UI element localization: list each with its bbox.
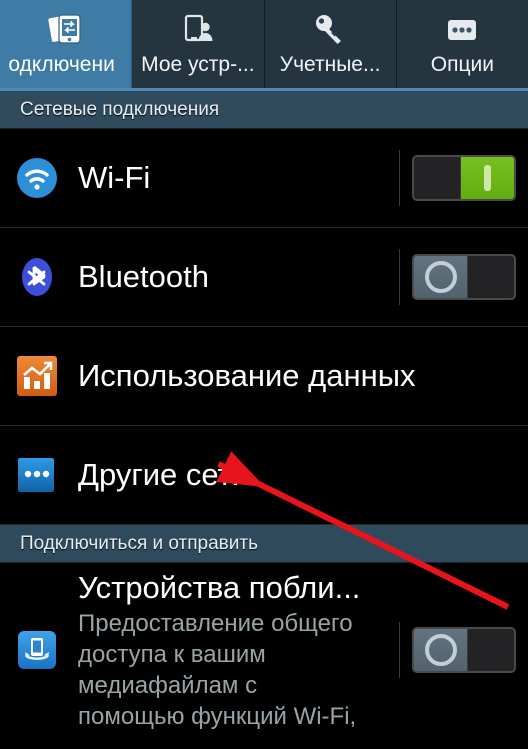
section-header-network: Сетевые подключения xyxy=(0,91,528,129)
tab-label: Учетные... xyxy=(279,53,381,76)
list-item-subtitle: Предоставление общего доступа к вашим ме… xyxy=(78,610,357,730)
row-divider xyxy=(399,249,400,305)
settings-screen: одключени Мое устр-... Учетные... Опции … xyxy=(0,0,528,749)
data-usage-icon xyxy=(14,353,60,399)
connections-icon xyxy=(46,8,86,52)
my-device-icon xyxy=(178,8,218,52)
bluetooth-toggle[interactable] xyxy=(412,254,516,300)
more-options-icon xyxy=(442,8,482,52)
wifi-toggle[interactable] xyxy=(412,155,516,201)
tab-label: одключени xyxy=(8,53,115,76)
list-item-title: Устройства побли... xyxy=(78,570,361,605)
tab-options[interactable]: Опции xyxy=(396,0,528,88)
tab-bar: одключени Мое устр-... Учетные... Опции xyxy=(0,0,528,91)
section-header-label: Сетевые подключения xyxy=(20,98,220,120)
toggle-thumb xyxy=(414,256,468,298)
tab-accounts[interactable]: Учетные... xyxy=(264,0,397,88)
nearby-devices-toggle[interactable] xyxy=(412,627,516,673)
list-item-nearby-devices[interactable]: Устройства побли... Предоставление общег… xyxy=(0,563,528,737)
list-item-data-usage[interactable]: Использование данных xyxy=(0,327,528,426)
nearby-devices-icon xyxy=(14,627,60,673)
toggle-thumb xyxy=(414,629,468,671)
row-divider xyxy=(399,150,400,206)
section-header-connect-share: Подключиться и отправить xyxy=(0,525,528,563)
more-networks-icon xyxy=(14,452,60,498)
list-item-title: Использование данных xyxy=(78,358,416,393)
list-item-bluetooth[interactable]: Bluetooth xyxy=(0,228,528,327)
list-item-text: Bluetooth xyxy=(78,258,399,296)
list-item-other-networks[interactable]: Другие сети xyxy=(0,426,528,525)
list-item-title: Другие сети xyxy=(78,457,250,492)
tab-label: Мое устр-... xyxy=(141,53,255,76)
bluetooth-icon xyxy=(14,254,60,300)
tab-connections[interactable]: одключени xyxy=(0,0,133,88)
tab-label: Опции xyxy=(430,53,494,76)
toggle-thumb xyxy=(460,157,514,199)
list-item-title: Bluetooth xyxy=(78,259,209,294)
list-item-text: Wi-Fi xyxy=(78,159,399,197)
row-divider xyxy=(399,622,400,678)
tab-my-device[interactable]: Мое устр-... xyxy=(132,0,265,88)
list-item-text: Использование данных xyxy=(78,357,528,395)
section-header-label: Подключиться и отправить xyxy=(20,532,258,554)
list-item-text: Другие сети xyxy=(78,456,528,494)
list-item-text: Устройства побли... Предоставление общег… xyxy=(78,568,399,732)
wifi-icon xyxy=(14,155,60,201)
list-item-title: Wi-Fi xyxy=(78,160,151,195)
accounts-key-icon xyxy=(310,8,350,52)
list-item-wifi[interactable]: Wi-Fi xyxy=(0,129,528,228)
